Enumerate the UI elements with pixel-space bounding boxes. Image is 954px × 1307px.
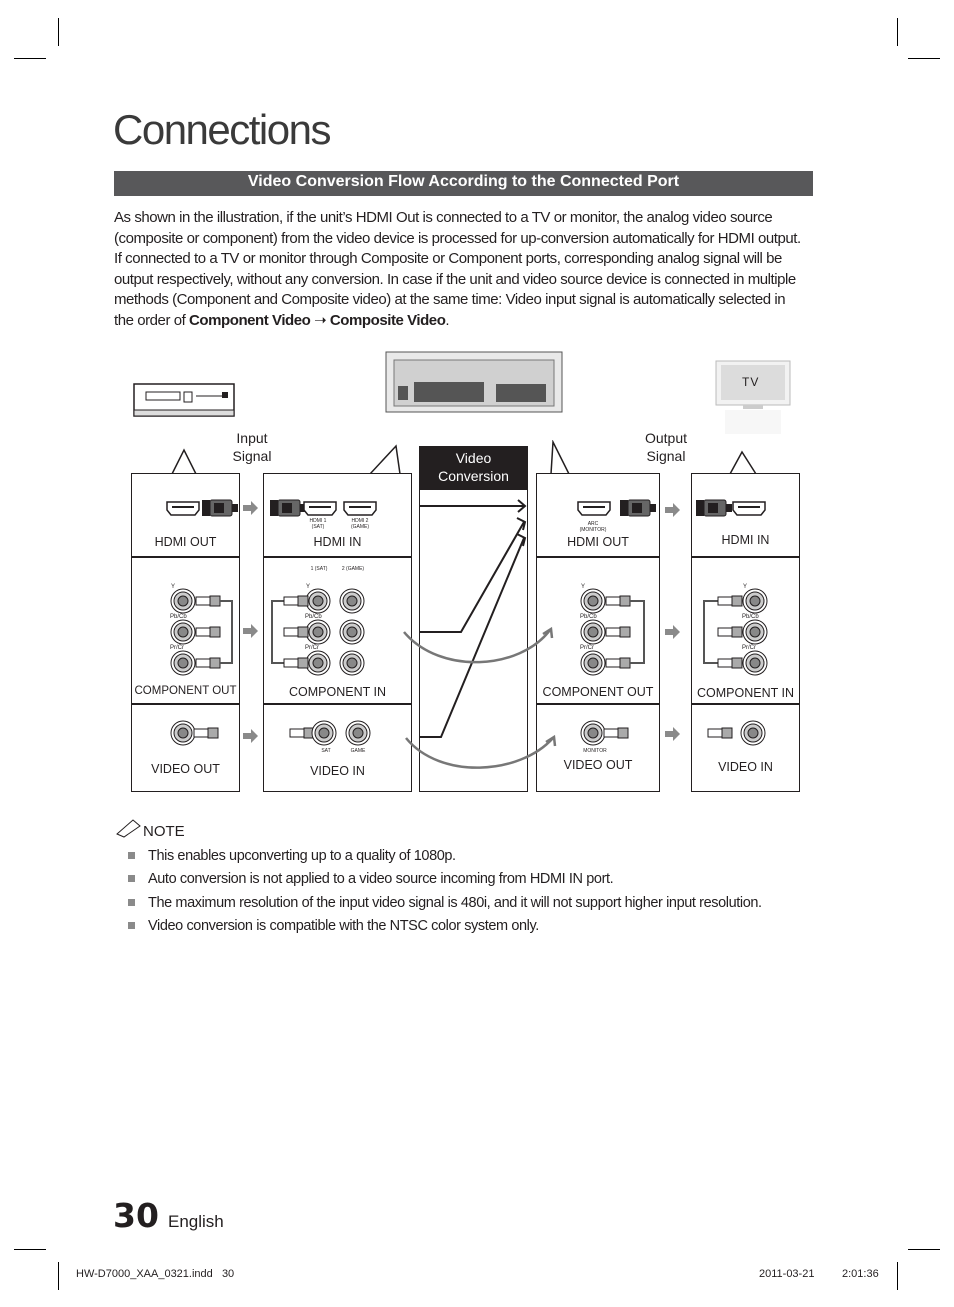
analog-passthrough-curves bbox=[403, 626, 557, 769]
manual-page: Connections Video Conversion Flow Accord… bbox=[0, 0, 954, 1307]
note-item: Auto conversion is not applied to a vide… bbox=[128, 871, 762, 894]
jack-label-pr: Pr/Cr bbox=[170, 645, 184, 651]
crop-mark bbox=[58, 1262, 59, 1290]
jack-label-y: Y bbox=[171, 584, 176, 590]
note-text: This enables upconverting up to a qualit… bbox=[148, 848, 456, 864]
jack-label-y: Y bbox=[743, 584, 748, 590]
note-text: The maximum resolution of the input vide… bbox=[148, 894, 762, 911]
jack-label-pb: Pb/Cb bbox=[742, 614, 759, 620]
footer-file: HW-D7000_XAA_0321.indd 30 bbox=[76, 1268, 235, 1280]
note-item: The maximum resolution of the input vide… bbox=[128, 895, 762, 918]
jack-label-pb: Pb/Cb bbox=[305, 614, 322, 620]
note-text: Auto conversion is not applied to a vide… bbox=[148, 871, 614, 888]
jack-label-pr: Pr/Cr bbox=[742, 645, 756, 651]
page-number: 30 bbox=[113, 1196, 159, 1235]
jacks bbox=[170, 588, 768, 746]
crop-mark bbox=[14, 1249, 46, 1250]
jack-label-y: Y bbox=[306, 584, 311, 590]
note-text: Video conversion is compatible with the … bbox=[148, 917, 539, 934]
jack-label-y: Y bbox=[581, 584, 586, 590]
jack-label-pb: Pb/Cb bbox=[580, 614, 597, 620]
crop-mark bbox=[908, 1249, 940, 1250]
footer-time: 2:01:36 bbox=[842, 1268, 879, 1280]
conversion-lines bbox=[420, 499, 527, 738]
pencil-note-icon bbox=[116, 819, 141, 838]
note-item: Video conversion is compatible with the … bbox=[128, 918, 762, 941]
note-item: This enables upconverting up to a qualit… bbox=[128, 848, 762, 871]
jack-label-pb: Pb/Cb bbox=[170, 614, 187, 620]
note-title: NOTE bbox=[143, 823, 185, 840]
jack-label-pr: Pr/Cr bbox=[580, 645, 594, 651]
footer-date: 2011-03-21 bbox=[759, 1268, 815, 1280]
connector-artwork bbox=[166, 499, 768, 769]
crop-mark bbox=[897, 1262, 898, 1290]
jack-label-pr: Pr/Cr bbox=[305, 645, 319, 651]
note-list: This enables upconverting up to a qualit… bbox=[128, 848, 762, 941]
language-label: English bbox=[168, 1212, 224, 1231]
